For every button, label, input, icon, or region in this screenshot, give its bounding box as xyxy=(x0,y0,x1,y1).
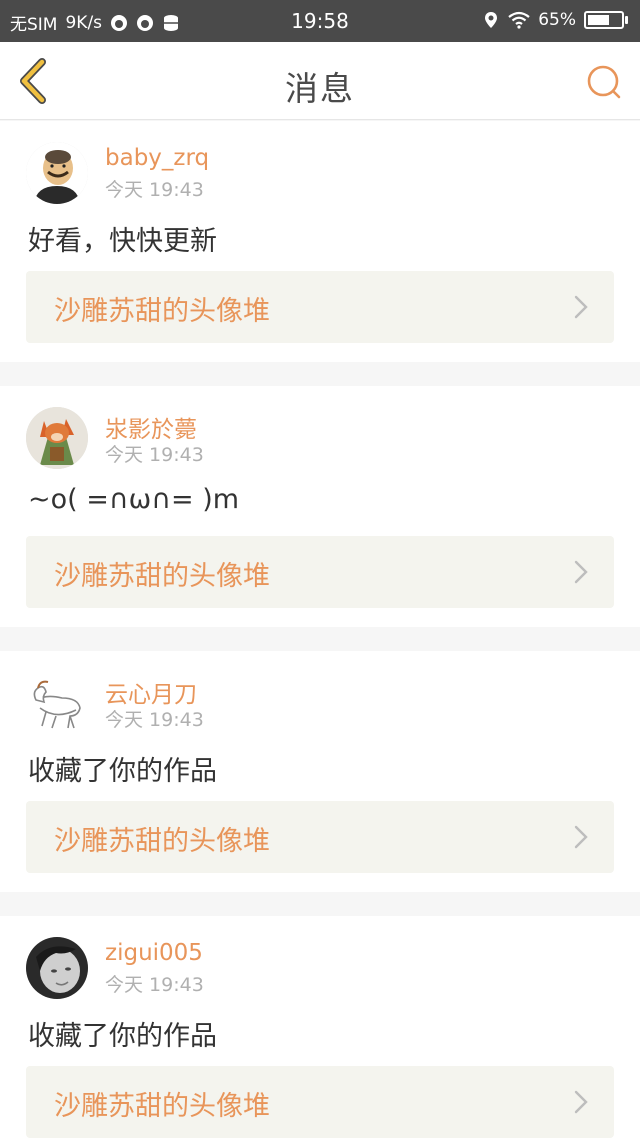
wifi-icon xyxy=(508,11,530,29)
comment-text: ~o( =∩ω∩= )m xyxy=(28,484,240,515)
album-link[interactable]: 沙雕苏甜的头像堆 xyxy=(26,536,614,608)
album-link-label: 沙雕苏甜的头像堆 xyxy=(54,1091,270,1122)
avatar[interactable] xyxy=(26,937,88,999)
person-photo-avatar-icon xyxy=(26,937,88,999)
avatar[interactable] xyxy=(26,672,88,734)
status-right: 65% xyxy=(482,10,628,30)
message-card: 汖影於薨 今天 19:43 ~o( =∩ω∩= )m 沙雕苏甜的头像堆 xyxy=(0,386,640,627)
timestamp: 今天 19:43 xyxy=(105,179,204,201)
nav-bar: 消息 xyxy=(0,42,640,120)
chevron-right-icon xyxy=(574,1090,588,1114)
battery-icon xyxy=(584,11,628,29)
battery-percent: 65% xyxy=(538,10,576,30)
album-link-label: 沙雕苏甜的头像堆 xyxy=(54,561,270,592)
comment-text: 好看，快快更新 xyxy=(28,226,217,257)
album-link-label: 沙雕苏甜的头像堆 xyxy=(54,826,270,857)
album-link[interactable]: 沙雕苏甜的头像堆 xyxy=(26,801,614,873)
message-card: 云心月刀 今天 19:43 收藏了你的作品 沙雕苏甜的头像堆 xyxy=(0,651,640,892)
message-card: baby_zrq 今天 19:43 好看，快快更新 沙雕苏甜的头像堆 xyxy=(0,121,640,362)
chevron-right-icon xyxy=(574,825,588,849)
avatar[interactable] xyxy=(26,142,88,204)
message-card: zigui005 今天 19:43 收藏了你的作品 沙雕苏甜的头像堆 xyxy=(0,916,640,1138)
comment-text: 收藏了你的作品 xyxy=(28,756,217,787)
chevron-right-icon xyxy=(574,295,588,319)
username[interactable]: 汖影於薨 xyxy=(105,410,197,444)
avatar[interactable] xyxy=(26,407,88,469)
status-bar: 无SIM 9K/s 19:58 65% xyxy=(0,0,640,42)
page-title: 消息 xyxy=(285,69,355,108)
location-icon xyxy=(485,12,498,28)
album-link-label: 沙雕苏甜的头像堆 xyxy=(54,296,270,327)
comment-text: 收藏了你的作品 xyxy=(28,1021,217,1052)
timestamp: 今天 19:43 xyxy=(105,444,204,466)
message-list: baby_zrq 今天 19:43 好看，快快更新 沙雕苏甜的头像堆 汖影於薨 … xyxy=(0,121,640,1138)
bald-man-avatar-icon xyxy=(26,142,88,204)
chevron-right-icon xyxy=(574,560,588,584)
username[interactable]: 云心月刀 xyxy=(105,675,197,709)
goat-avatar-icon xyxy=(26,672,88,734)
timestamp: 今天 19:43 xyxy=(105,974,204,996)
timestamp: 今天 19:43 xyxy=(105,709,204,731)
search-icon[interactable] xyxy=(584,62,624,102)
album-link[interactable]: 沙雕苏甜的头像堆 xyxy=(26,1066,614,1138)
username[interactable]: baby_zrq xyxy=(105,145,209,171)
album-link[interactable]: 沙雕苏甜的头像堆 xyxy=(26,271,614,343)
fox-cartoon-avatar-icon xyxy=(26,407,88,469)
username[interactable]: zigui005 xyxy=(105,940,203,966)
